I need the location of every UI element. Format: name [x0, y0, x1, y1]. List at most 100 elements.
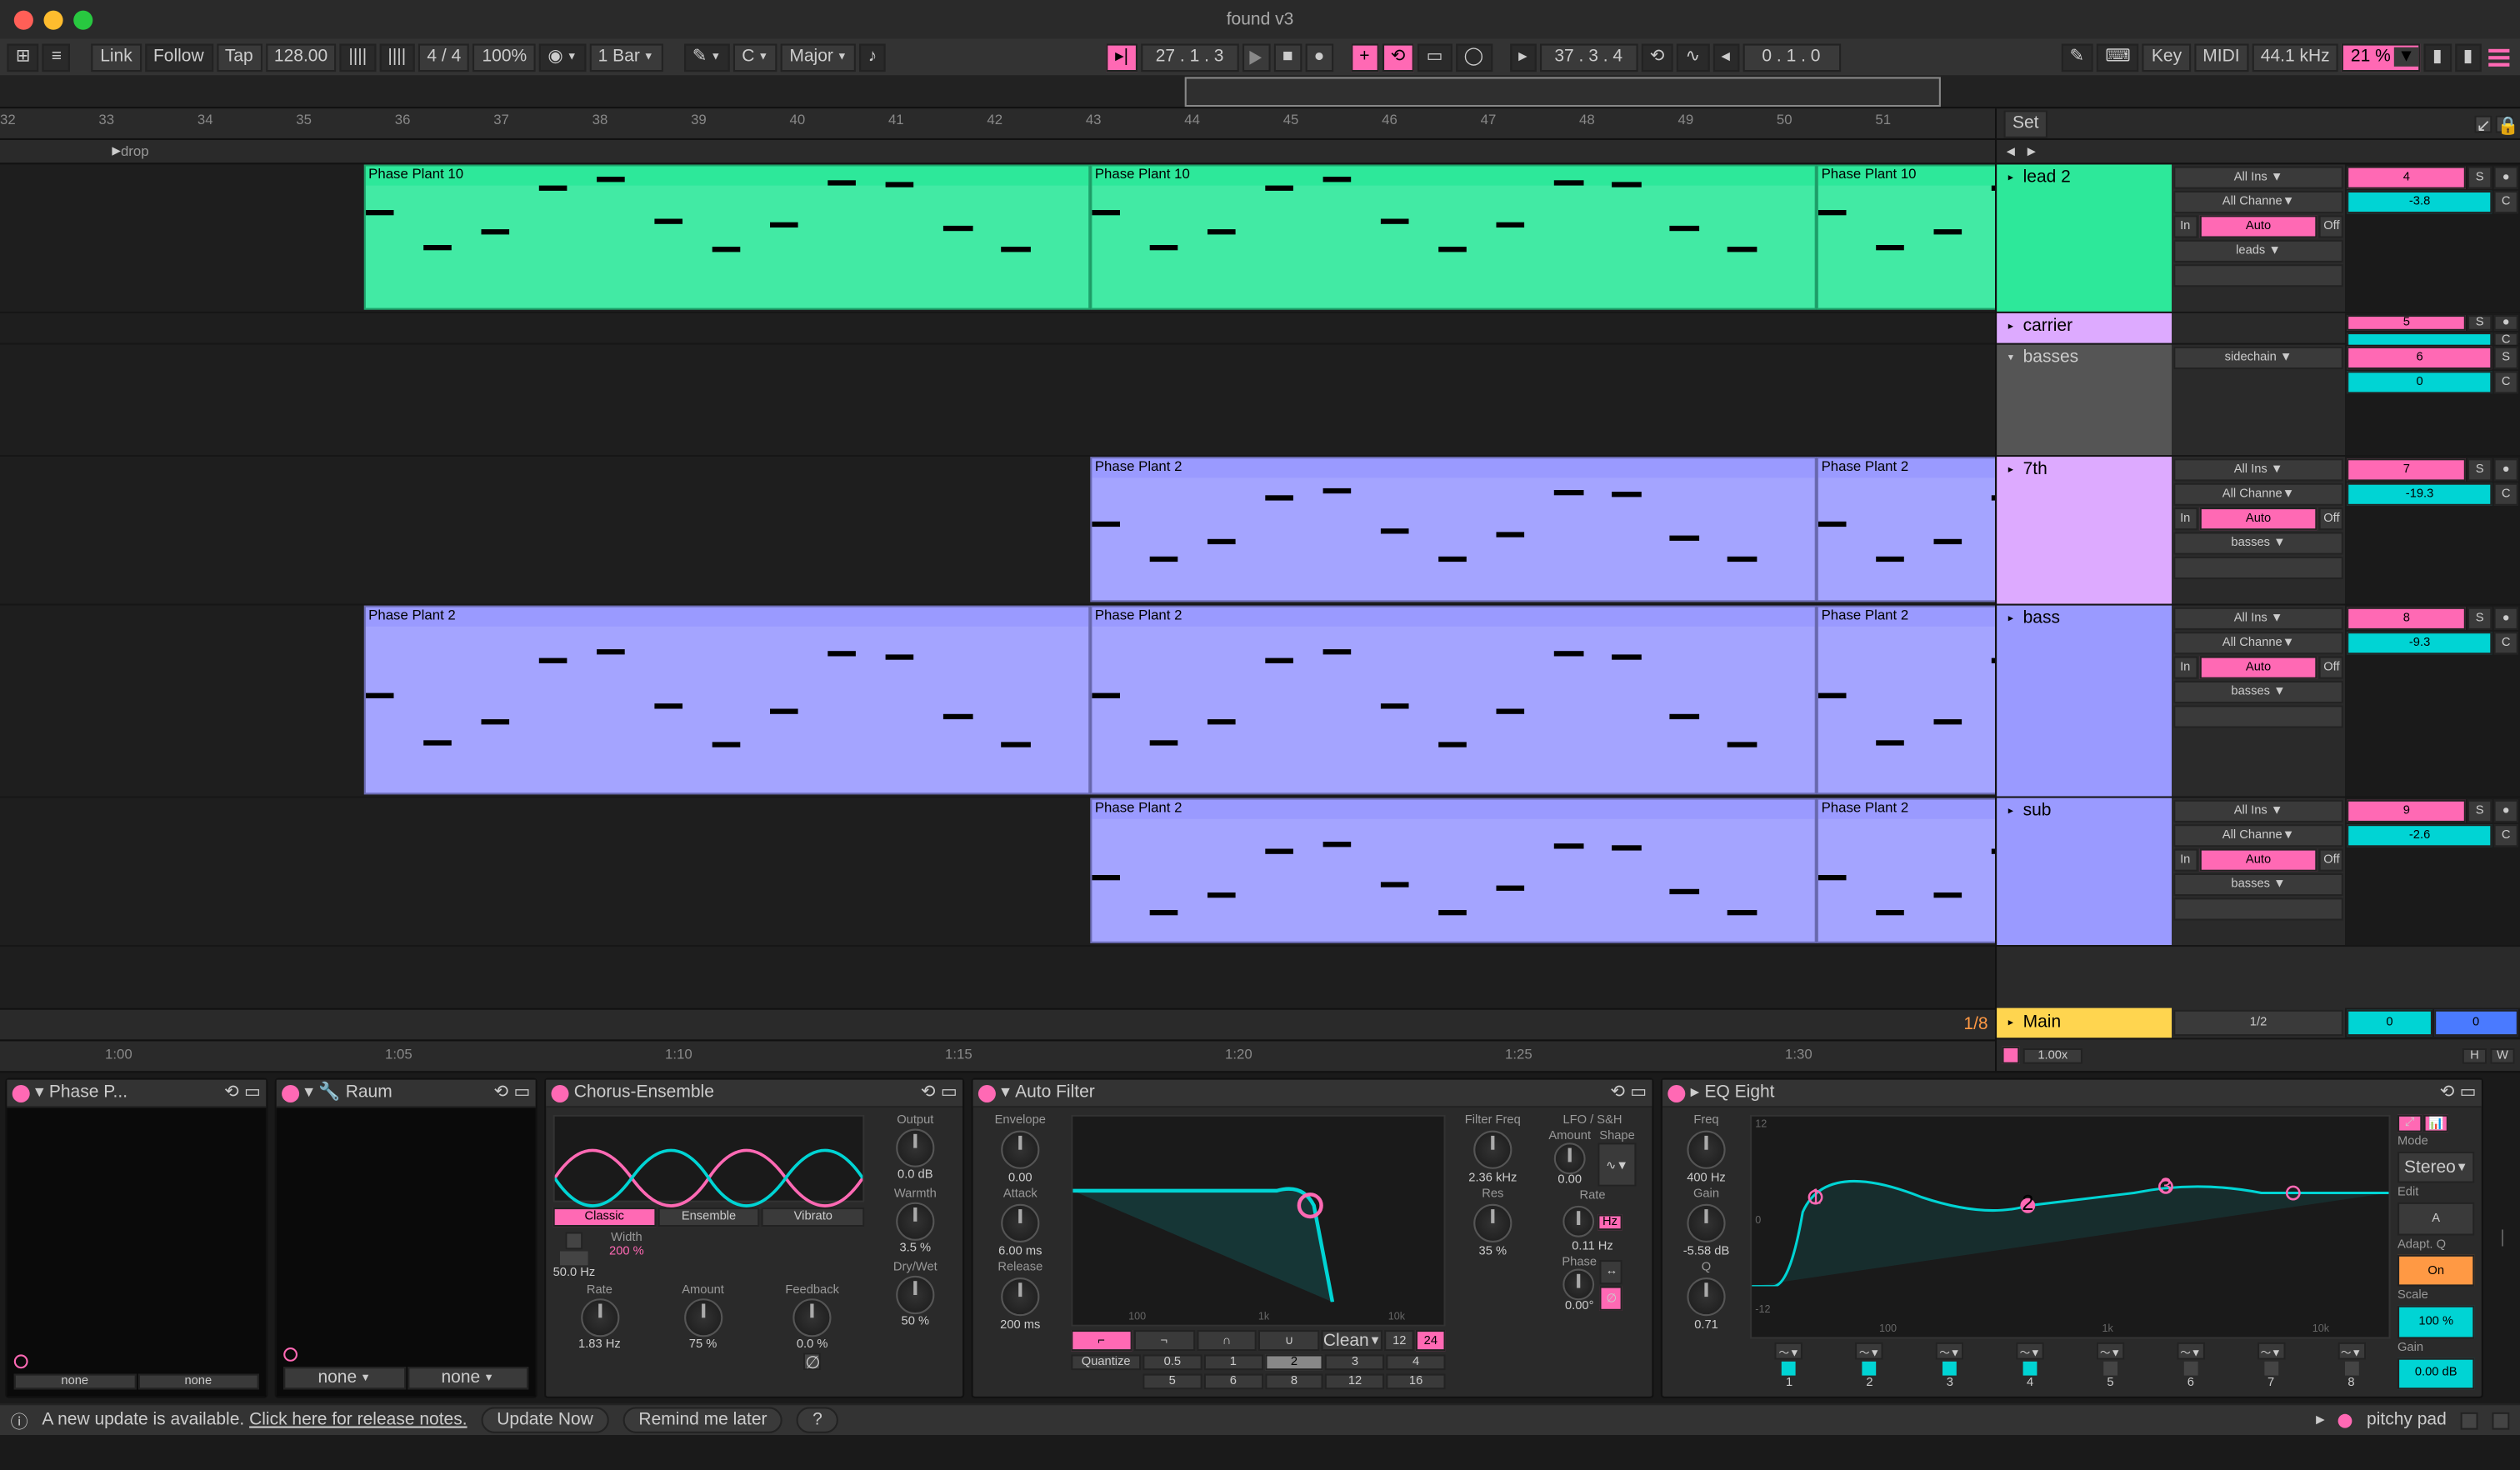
q-0.5[interactable]: 0.5 [1142, 1354, 1202, 1370]
close-icon[interactable] [14, 10, 33, 29]
eq-freq-knob[interactable] [1687, 1131, 1725, 1169]
input-channel[interactable]: All Channe▼ [2173, 824, 2344, 847]
fold-icon[interactable]: ▸ [2002, 609, 2019, 627]
device-raum[interactable]: ▾🔧Raum⟲▭ none▼ none▼ [275, 1078, 538, 1398]
filter-lp-icon[interactable]: ⌐ [1071, 1330, 1132, 1351]
input-type[interactable]: All Ins ▼ [2173, 458, 2344, 481]
input-channel[interactable]: All Channe▼ [2173, 632, 2344, 654]
band-toggle[interactable] [2103, 1362, 2118, 1376]
master-cue-vol[interactable]: 0 [2433, 1010, 2518, 1037]
device-eq-eight[interactable]: ▸EQ Eight⟲▭ Freq400 Hz Gain-5.58 dB Q0.7… [1661, 1078, 2483, 1398]
band-shape[interactable]: 〜▼ [1936, 1342, 1964, 1360]
drywet-knob[interactable] [896, 1276, 934, 1314]
update-now-button[interactable]: Update Now [481, 1407, 608, 1433]
q-6[interactable]: 6 [1203, 1373, 1262, 1389]
track-header[interactable]: ▸lead 2All Ins ▼All Channe▼InAutoOfflead… [1997, 164, 2520, 313]
macro-1[interactable]: none▼ [283, 1367, 405, 1389]
arrangement-overview[interactable] [0, 77, 2520, 108]
master-track-header[interactable]: ▸ Main 1/2 0 0 [1997, 1008, 2520, 1040]
input-type[interactable]: All Ins ▼ [2173, 166, 2344, 188]
maximize-icon[interactable] [73, 10, 92, 29]
device-activator-icon[interactable] [978, 1084, 996, 1102]
solo-button[interactable]: S [2468, 458, 2492, 481]
band-toggle[interactable] [1862, 1362, 1877, 1376]
minimize-icon[interactable] [43, 10, 62, 29]
filter-display[interactable]: 100 1k 10k [1071, 1115, 1445, 1327]
output-sub[interactable] [2173, 705, 2344, 728]
track-header[interactable]: ▸7thAll Ins ▼All Channe▼InAutoOffbasses … [1997, 457, 2520, 606]
punch-out-icon[interactable]: ◂ [1712, 42, 1739, 71]
track-name[interactable]: sub [2023, 802, 2052, 821]
key-root[interactable]: C▼ [733, 42, 778, 71]
arrange-view-icon[interactable]: ≡ [42, 42, 70, 71]
device-drop-area[interactable]: | [2490, 1078, 2514, 1398]
solo-button[interactable]: S [2493, 347, 2518, 369]
detail-toggle-1[interactable] [2461, 1412, 2478, 1429]
monitor-in[interactable]: In [2173, 215, 2198, 238]
punch-in-icon[interactable]: ▸ [1510, 42, 1537, 71]
loop-len-field[interactable]: 0 . 1 . 0 [1742, 42, 1841, 71]
automation-arm-icon[interactable]: ⟲ [1382, 42, 1414, 71]
slope-12[interactable]: 12 [1385, 1330, 1414, 1351]
q-8[interactable]: 8 [1264, 1373, 1323, 1389]
width-value[interactable]: 200 % [609, 1246, 644, 1258]
locator-label[interactable]: drop [121, 143, 149, 159]
cue-button[interactable]: C [2493, 483, 2518, 506]
fold-icon[interactable]: ▾ [35, 1083, 44, 1102]
track-number[interactable]: 5 [2348, 315, 2466, 331]
remind-later-button[interactable]: Remind me later [623, 1407, 783, 1433]
monitor-off[interactable]: Off [2319, 656, 2343, 678]
track-name[interactable]: basses [2023, 348, 2079, 368]
track-row[interactable]: Phase Plant 2Phase Plant 2PhPhPhPhase Pl… [0, 457, 1995, 606]
output-sub[interactable] [2173, 898, 2344, 920]
overdub-icon[interactable]: + [1351, 42, 1378, 71]
lfo-shape[interactable]: ∿▼ [1598, 1142, 1636, 1187]
amount-knob[interactable] [683, 1298, 722, 1337]
nudge-down-icon[interactable]: |||| [340, 42, 376, 71]
tempo-field[interactable]: 128.00 [265, 42, 336, 71]
loop-icon[interactable]: ⟲ [1641, 42, 1673, 71]
filter-circuit[interactable]: Clean▼ [1322, 1330, 1383, 1351]
fold-icon[interactable]: ▸ [2002, 460, 2019, 478]
monitor-off[interactable]: Off [2319, 215, 2343, 238]
macro-indicator-icon[interactable] [14, 1354, 28, 1368]
eq-mode[interactable]: Stereo▼ [2398, 1152, 2474, 1184]
metronome-icon[interactable]: ◉▼ [539, 42, 586, 71]
q-2[interactable]: 2 [1264, 1354, 1323, 1370]
track-row[interactable]: Phase Plant 2Phase Plant 2Phase Plant 2P… [0, 606, 1995, 798]
clip-play-icon[interactable]: ▸ [2316, 1411, 2325, 1430]
info-icon[interactable]: ⓘ [11, 1407, 28, 1433]
fold-icon[interactable]: ▸ [2002, 317, 2019, 334]
arm-button[interactable]: ● [2493, 458, 2518, 481]
time-ruler[interactable]: 1:001:051:101:151:201:251:30 [0, 1039, 1995, 1071]
output-route[interactable]: basses ▼ [2173, 532, 2344, 554]
volume-field[interactable]: -3.8 [2348, 191, 2492, 213]
sample-rate[interactable]: 44.1 kHz [2252, 42, 2338, 71]
monitor-off[interactable]: Off [2319, 508, 2343, 530]
monitor-off[interactable]: Off [2319, 848, 2343, 871]
q-3[interactable]: 3 [1326, 1354, 1385, 1370]
attack-knob[interactable] [1001, 1204, 1039, 1242]
midi-map-button[interactable]: MIDI [2194, 42, 2248, 71]
key-map-button[interactable]: Key [2142, 42, 2190, 71]
wrench-icon[interactable]: 🔧 [318, 1083, 340, 1102]
play-button[interactable] [1242, 42, 1271, 71]
capture-icon[interactable]: ▭ [1418, 42, 1452, 71]
adapt-q[interactable]: On [2398, 1254, 2474, 1287]
master-vol[interactable]: 0 [2348, 1010, 2432, 1037]
solo-button[interactable]: S [2468, 608, 2492, 630]
release-notes-link[interactable]: Click here for release notes. [249, 1411, 467, 1430]
eq-q-knob[interactable] [1687, 1278, 1725, 1316]
q-4[interactable]: 4 [1387, 1354, 1446, 1370]
monitor-auto[interactable]: Auto [2199, 848, 2318, 871]
prev-locator-icon[interactable]: ◄ [2004, 143, 2018, 159]
help-button[interactable]: ? [797, 1407, 838, 1433]
master-ratio[interactable]: 1/2 [2173, 1010, 2344, 1037]
filter-bp-icon[interactable]: ∩ [1196, 1330, 1257, 1351]
cue-button[interactable]: C [2493, 191, 2518, 213]
scale-icon[interactable]: ♪ [859, 42, 886, 71]
locator-flag[interactable]: ▸ [112, 142, 121, 161]
eq-display[interactable]: 1 2 3 12 0 -12 100 1k 10k [1750, 1115, 2391, 1339]
draw-mode-icon[interactable]: ✎ [2061, 42, 2093, 71]
midi-clip[interactable]: Phase Plant 10 [363, 164, 1090, 309]
